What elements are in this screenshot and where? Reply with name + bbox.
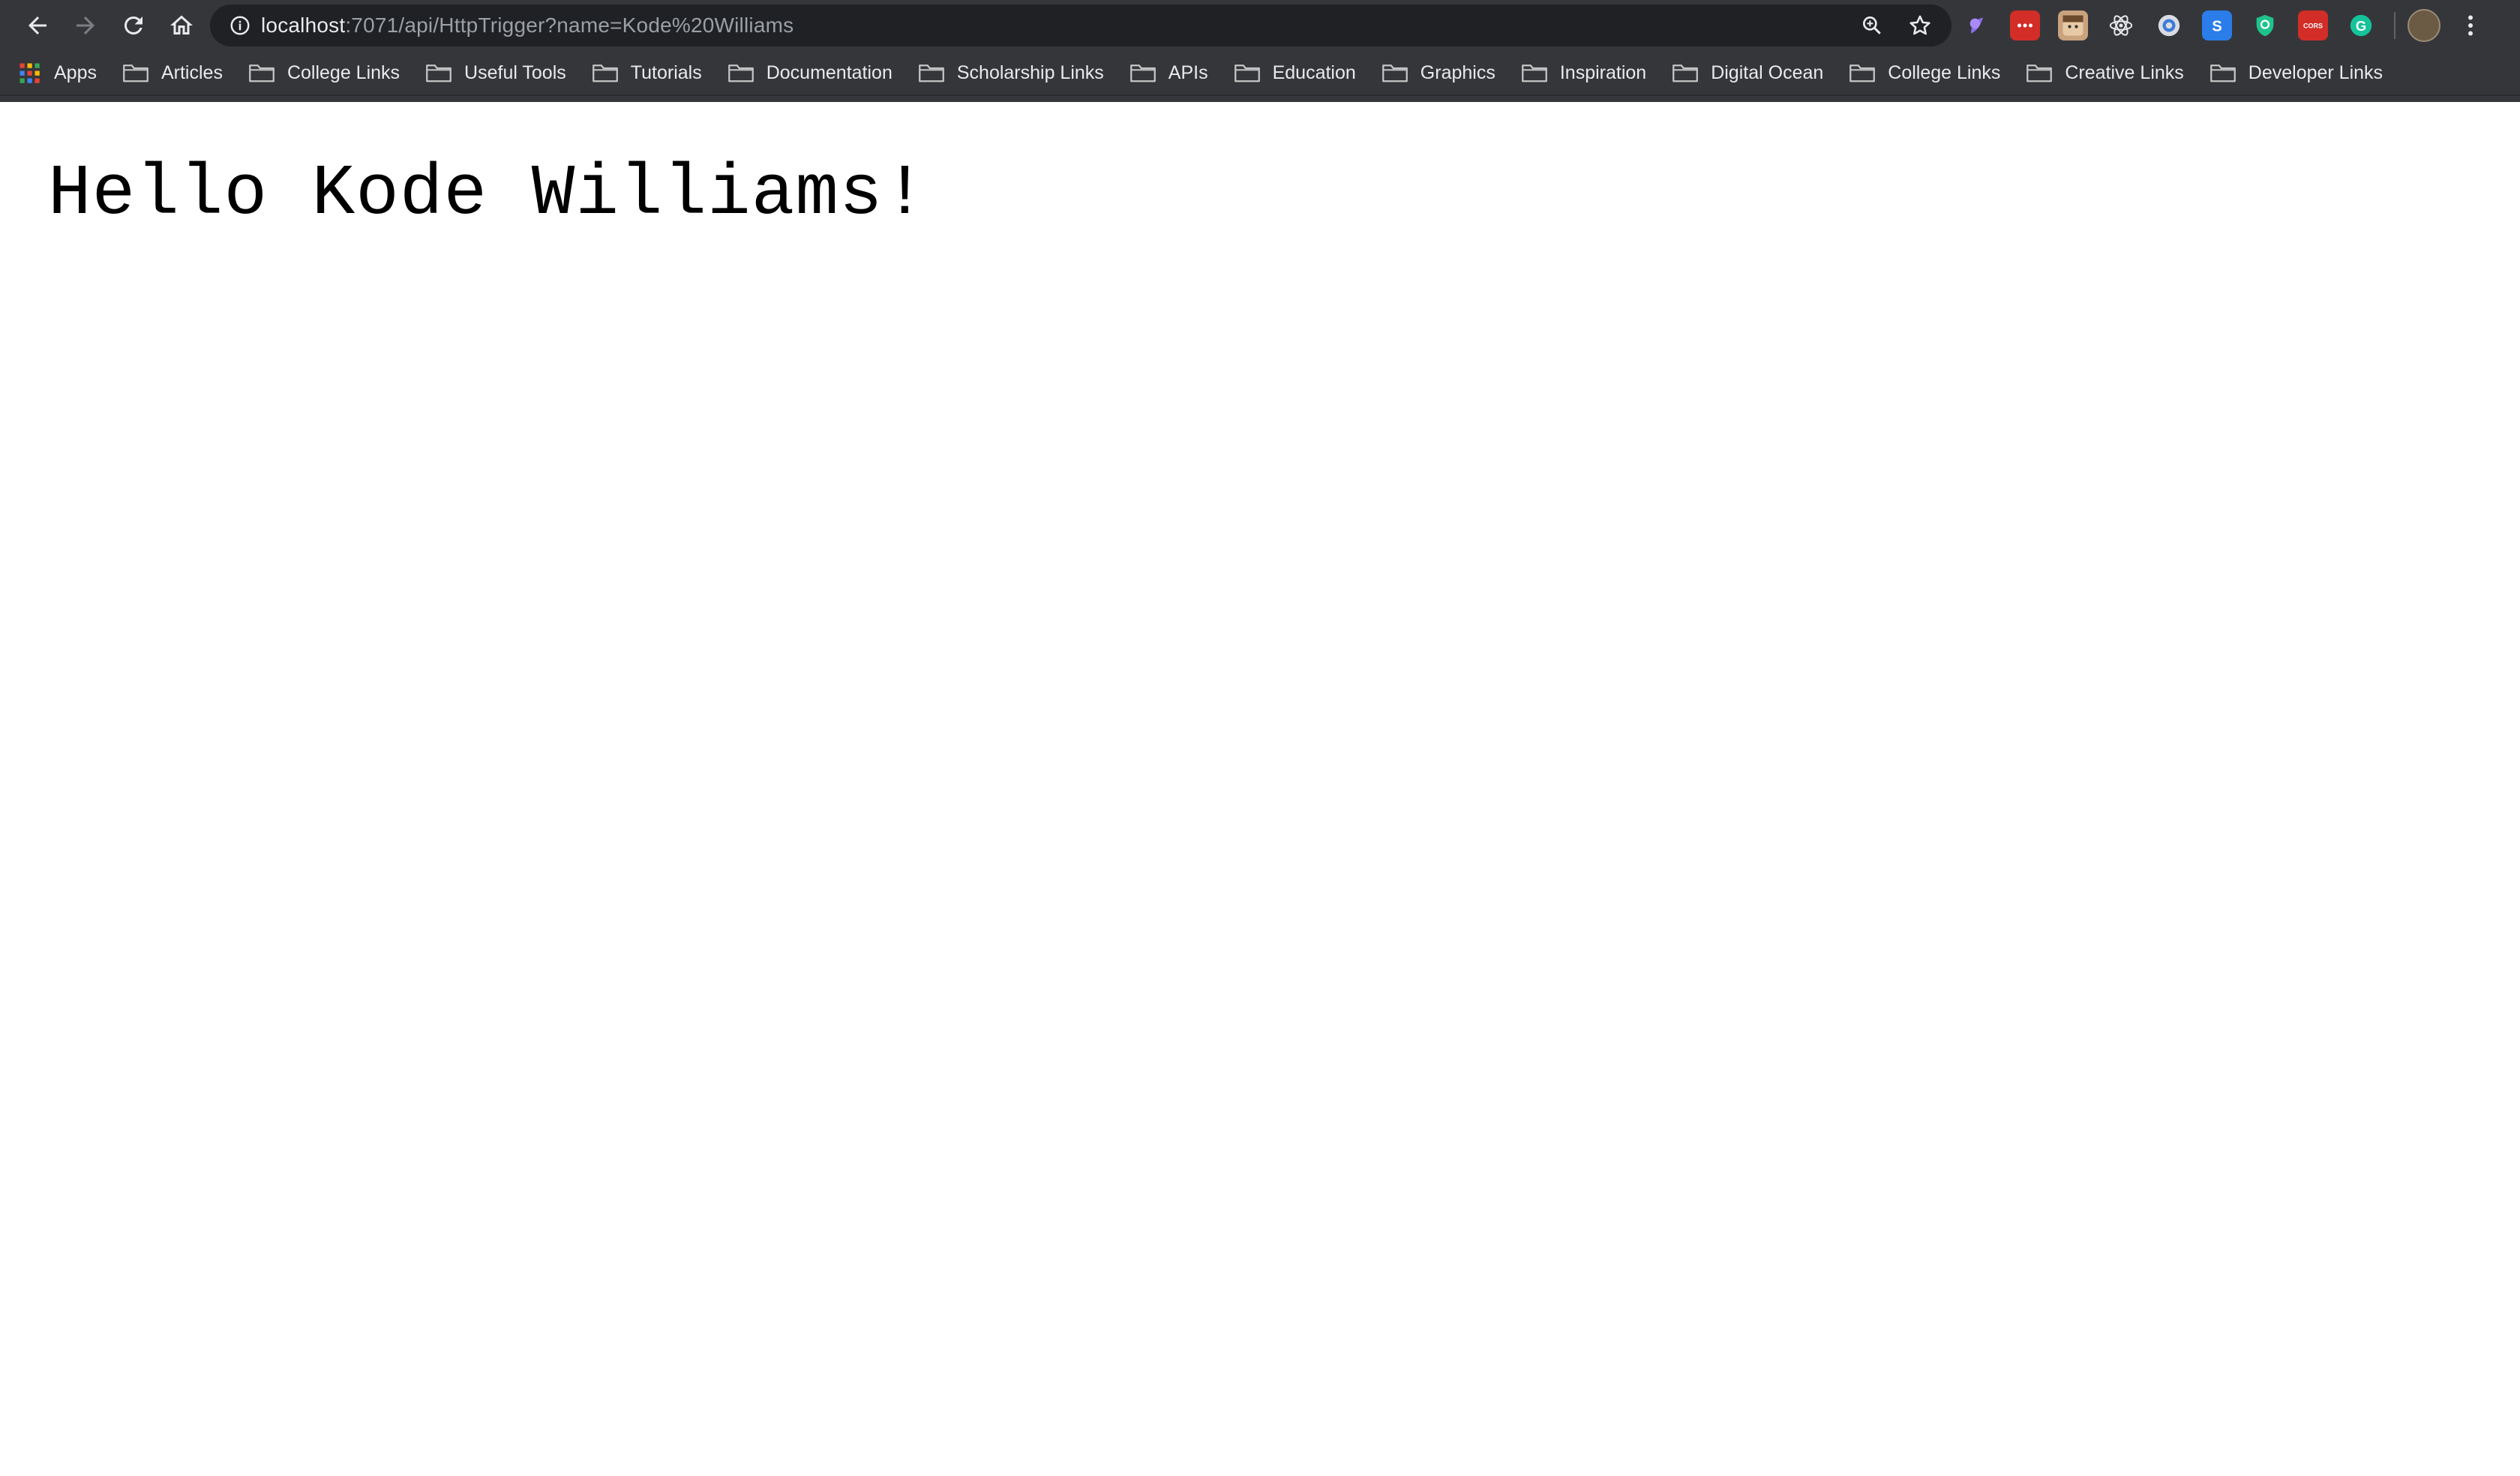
url-path: :7071/api/HttpTrigger?name=Kode%20Willia… xyxy=(345,14,794,37)
bookmark-item[interactable]: Inspiration xyxy=(1521,62,1646,84)
bookmark-label: Graphics xyxy=(1420,62,1496,83)
bookmark-item[interactable]: Documentation xyxy=(728,62,892,84)
bookmark-label: Digital Ocean xyxy=(1711,62,1824,83)
folder-icon xyxy=(248,62,287,83)
folder-icon xyxy=(1130,62,1168,83)
bookmark-star-icon[interactable] xyxy=(1899,4,1941,46)
folder-icon xyxy=(1234,62,1273,83)
bookmark-label: Apps xyxy=(54,62,97,83)
bookmark-label: APIs xyxy=(1168,62,1208,83)
forward-button[interactable] xyxy=(62,2,110,50)
shield-extension-icon[interactable] xyxy=(2250,10,2280,40)
address-bar[interactable]: localhost:7071/api/HttpTrigger?name=Kode… xyxy=(210,4,1952,46)
face-extension-icon[interactable] xyxy=(2058,10,2088,40)
greeting-text: Hello Kode Williams! xyxy=(48,153,928,235)
bookmark-label: Documentation xyxy=(766,62,892,83)
site-info-icon[interactable] xyxy=(219,4,261,46)
forward-arrow-icon xyxy=(76,16,94,34)
bookmark-item[interactable]: College Links xyxy=(248,62,400,84)
home-button[interactable] xyxy=(158,2,206,50)
folder-icon xyxy=(728,62,766,83)
profile-avatar[interactable] xyxy=(2408,9,2440,42)
bookmark-item[interactable]: Tutorials xyxy=(592,62,702,84)
bookmark-label: Useful Tools xyxy=(464,62,566,83)
reload-icon xyxy=(124,16,142,34)
toolbar-divider xyxy=(2394,12,2396,39)
folder-icon xyxy=(918,62,957,83)
bookmark-item[interactable]: Articles xyxy=(122,62,223,84)
browser-chrome: localhost:7071/api/HttpTrigger?name=Kode… xyxy=(0,0,2520,102)
bookmark-label: College Links xyxy=(1888,62,2001,83)
bookmark-label: Articles xyxy=(160,62,223,83)
bookmark-item[interactable]: Apps xyxy=(18,62,97,84)
apps-grid-icon xyxy=(18,62,54,84)
bookmark-item[interactable]: College Links xyxy=(1849,62,2000,84)
bookmark-item[interactable]: Digital Ocean xyxy=(1672,62,1823,84)
folder-icon xyxy=(122,62,161,83)
url-host: localhost xyxy=(261,14,346,37)
bookmark-item[interactable]: Education xyxy=(1234,62,1356,84)
svg-text:S: S xyxy=(2212,19,2222,35)
svg-text:CORS: CORS xyxy=(2303,22,2323,30)
bookmark-item[interactable]: Useful Tools xyxy=(425,62,566,84)
bookmarks-bar: Apps Articles College Links Useful Tools Tut… xyxy=(0,51,2520,96)
grammarly-extension-icon[interactable]: G xyxy=(2346,10,2376,40)
zoom-icon[interactable] xyxy=(1851,4,1893,46)
bookmark-item[interactable]: Graphics xyxy=(1382,62,1496,84)
folder-icon xyxy=(2026,62,2065,83)
extensions-area: S CORS G xyxy=(1962,3,2486,48)
folder-icon xyxy=(1672,62,1711,83)
folder-icon xyxy=(592,62,631,83)
reload-button[interactable] xyxy=(110,2,158,50)
back-arrow-icon xyxy=(28,16,46,34)
home-icon xyxy=(170,15,193,34)
browser-toolbar: localhost:7071/api/HttpTrigger?name=Kode… xyxy=(0,0,2520,51)
bookmark-label: Inspiration xyxy=(1559,62,1647,83)
bookmark-item[interactable]: Creative Links xyxy=(2026,62,2184,84)
folder-icon xyxy=(1382,62,1420,83)
folder-icon xyxy=(1521,62,1560,83)
bookmark-label: Developer Links xyxy=(2248,62,2384,83)
react-devtools-icon[interactable] xyxy=(2106,10,2136,40)
folder-icon xyxy=(1849,62,1888,83)
folder-icon xyxy=(425,62,464,83)
bookmark-label: Scholarship Links xyxy=(956,62,1104,83)
bookmark-label: College Links xyxy=(286,62,400,83)
cors-extension-icon[interactable]: CORS xyxy=(2298,10,2328,40)
back-button[interactable] xyxy=(14,2,62,50)
svg-text:G: G xyxy=(2356,18,2366,34)
purple-extension-icon[interactable] xyxy=(1962,10,1992,40)
bookmark-label: Education xyxy=(1272,62,1356,83)
bookmark-item[interactable]: Developer Links xyxy=(2210,62,2383,84)
bookmark-label: Creative Links xyxy=(2065,62,2184,83)
bookmark-item[interactable]: APIs xyxy=(1130,62,1208,84)
lastpass-extension-icon[interactable] xyxy=(2010,10,2040,40)
s-extension-icon[interactable]: S xyxy=(2202,10,2232,40)
bookmark-item[interactable]: Scholarship Links xyxy=(918,62,1104,84)
url-text[interactable]: localhost:7071/api/HttpTrigger?name=Kode… xyxy=(261,14,794,38)
circle-extension-icon[interactable] xyxy=(2154,10,2184,40)
folder-icon xyxy=(2210,62,2248,83)
bookmark-label: Tutorials xyxy=(630,62,702,83)
menu-dots-icon[interactable] xyxy=(2456,4,2486,46)
